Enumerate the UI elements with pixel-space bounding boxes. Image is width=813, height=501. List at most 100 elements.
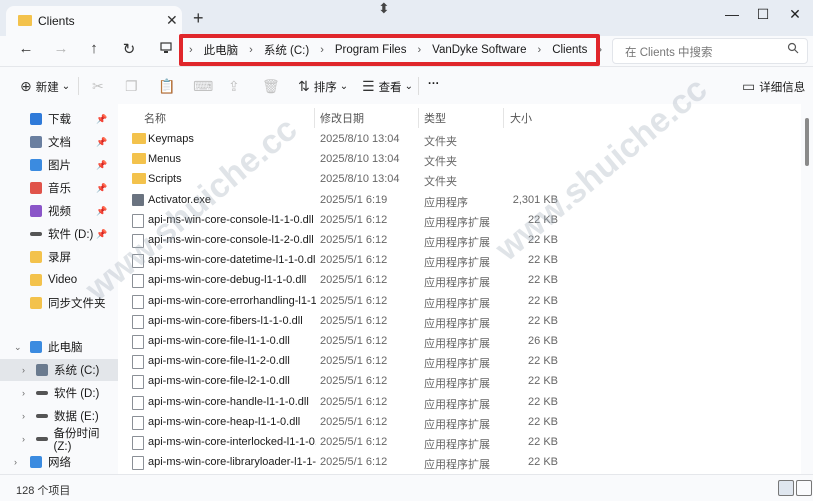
dll-file-icon xyxy=(132,274,144,289)
details-pane-icon: ▭ xyxy=(742,78,756,94)
sidebar-item-recordings[interactable]: 录屏 xyxy=(0,246,118,268)
details-label: 详细信息 xyxy=(759,81,806,94)
folder-icon xyxy=(132,153,146,165)
column-header-type[interactable]: 类型 xyxy=(424,110,446,126)
new-tab-button[interactable]: + xyxy=(193,8,204,29)
chevron-down-icon[interactable]: ⌄ xyxy=(14,342,22,353)
file-type: 应用程序扩展 xyxy=(424,398,490,411)
tab-bar: Clients ✕ + ⬍ — ☐ ✕ xyxy=(0,0,813,36)
column-divider[interactable] xyxy=(418,108,419,128)
file-row[interactable]: api-ms-win-core-interlocked-l1-1-0.dll 20… xyxy=(118,433,801,453)
file-row[interactable]: api-ms-win-core-console-l1-2-0.dll 2025/5… xyxy=(118,231,801,251)
dll-file-icon xyxy=(132,314,144,329)
copy-button[interactable]: ❐ xyxy=(125,78,142,95)
sidebar-item-downloads[interactable]: 下载 📌 xyxy=(0,108,118,130)
video-icon xyxy=(30,205,42,217)
sidebar-item-video[interactable]: Video xyxy=(0,269,118,291)
sidebar-item-music[interactable]: 音乐 📌 xyxy=(0,177,118,199)
file-size: 22 KB xyxy=(528,294,558,307)
vertical-scrollbar[interactable] xyxy=(801,104,813,474)
minimize-button[interactable]: — xyxy=(717,6,747,22)
file-row[interactable]: Activator.exe 2025/5/1 6:19 应用程序 2,301 KB xyxy=(118,191,801,211)
sidebar-item-sync-folder[interactable]: 同步文件夹 xyxy=(0,292,118,314)
file-date: 2025/5/1 6:12 xyxy=(320,254,388,267)
file-type: 文件夹 xyxy=(424,136,457,148)
file-size: 22 KB xyxy=(528,395,558,408)
sidebar-item-label: 录屏 xyxy=(48,252,71,264)
sidebar-item-this-pc[interactable]: ⌄ 此电脑 xyxy=(0,336,118,358)
file-name: api-ms-win-core-console-l1-1-0.dll xyxy=(148,213,314,226)
folder-icon xyxy=(30,274,42,286)
cut-button[interactable]: ✂ xyxy=(92,78,108,95)
file-row[interactable]: api-ms-win-core-file-l1-1-0.dll 2025/5/1 … xyxy=(118,332,801,352)
file-row[interactable]: Menus 2025/8/10 13:04 文件夹 xyxy=(118,150,801,170)
drive-icon xyxy=(36,437,48,441)
file-type: 文件夹 xyxy=(424,156,457,169)
download-icon xyxy=(30,113,42,125)
view-button[interactable]: ☰ 查看 ⌄ xyxy=(362,78,413,95)
more-options-button[interactable]: ··· xyxy=(428,78,440,90)
file-row[interactable]: api-ms-win-core-file-l2-1-0.dll 2025/5/1 … xyxy=(118,372,801,392)
refresh-button[interactable]: ↻ xyxy=(118,40,140,58)
chevron-right-icon[interactable]: › xyxy=(14,457,17,467)
up-button[interactable]: ↑ xyxy=(83,40,105,57)
file-row[interactable]: Keymaps 2025/8/10 13:04 文件夹 xyxy=(118,130,801,150)
file-row[interactable]: api-ms-win-core-datetime-l1-1-0.dll 2025/… xyxy=(118,251,801,271)
tiles-view-button[interactable] xyxy=(796,480,812,496)
sidebar-item-drive-d[interactable]: › 软件 (D:) xyxy=(0,382,118,404)
delete-button[interactable]: 🗑 xyxy=(262,78,284,95)
column-divider[interactable] xyxy=(503,108,504,128)
new-button[interactable]: ⊕ 新建 ⌄ xyxy=(20,78,70,95)
column-divider[interactable] xyxy=(314,108,315,128)
column-header-size[interactable]: 大小 xyxy=(510,110,532,126)
file-row[interactable]: api-ms-win-core-file-l1-2-0.dll 2025/5/1 … xyxy=(118,352,801,372)
file-row[interactable]: api-ms-win-core-console-l1-1-0.dll 2025/5… xyxy=(118,211,801,231)
sidebar-item-drive-z[interactable]: › 备份时间 (Z:) xyxy=(0,428,118,453)
sidebar-item-network[interactable]: › 网络 xyxy=(0,451,118,473)
file-row[interactable]: api-ms-win-core-libraryloader-l1-1-0... 2… xyxy=(118,453,801,473)
sidebar-item-drive-e[interactable]: › 数据 (E:) xyxy=(0,405,118,427)
resize-grip-icon[interactable]: ⬍ xyxy=(378,0,390,17)
search-input[interactable]: 在 Clients 中搜索 xyxy=(612,38,808,64)
folder-icon xyxy=(132,173,146,185)
sidebar-item-videos[interactable]: 视频 📌 xyxy=(0,200,118,222)
file-row[interactable]: api-ms-win-core-fibers-l1-1-0.dll 2025/5/… xyxy=(118,312,801,332)
chevron-right-icon[interactable]: › xyxy=(22,365,25,375)
column-header-date[interactable]: 修改日期 xyxy=(320,110,364,126)
chevron-right-icon[interactable]: › xyxy=(22,388,25,398)
rename-button[interactable]: ⌨ xyxy=(193,78,217,95)
back-button[interactable]: ← xyxy=(15,40,37,57)
forward-button[interactable]: → xyxy=(50,40,72,57)
details-pane-button[interactable]: ▭ 详细信息 xyxy=(742,78,805,95)
file-row[interactable]: api-ms-win-core-errorhandling-l1-1-... 20… xyxy=(118,292,801,312)
file-row[interactable]: api-ms-win-core-debug-l1-1-0.dll 2025/5/1… xyxy=(118,271,801,291)
tab-close-icon[interactable]: ✕ xyxy=(166,12,178,29)
dll-file-icon xyxy=(132,436,144,450)
column-header-name[interactable]: 名称 xyxy=(144,110,166,126)
file-row[interactable]: Scripts 2025/8/10 13:04 文件夹 xyxy=(118,170,801,190)
sidebar-item-drive-c[interactable]: › 系统 (C:) xyxy=(0,359,118,381)
share-button[interactable]: ⇪ xyxy=(228,78,244,95)
highlight-box xyxy=(179,34,600,66)
maximize-button[interactable]: ☐ xyxy=(748,6,778,23)
sidebar-item-software-d[interactable]: 软件 (D:) 📌 xyxy=(0,223,118,245)
tab-clients[interactable]: Clients ✕ xyxy=(6,6,182,36)
sidebar-item-label: 图片 xyxy=(48,160,71,172)
close-window-button[interactable]: ✕ xyxy=(780,6,810,23)
sidebar-item-pictures[interactable]: 图片 📌 xyxy=(0,154,118,176)
file-row[interactable]: api-ms-win-core-heap-l1-1-0.dll 2025/5/1 … xyxy=(118,413,801,433)
details-view-button[interactable] xyxy=(778,480,794,496)
chevron-right-icon[interactable]: › xyxy=(22,434,25,444)
file-type: 应用程序扩展 xyxy=(424,459,490,472)
file-type: 应用程序扩展 xyxy=(424,297,490,310)
file-row[interactable]: api-ms-win-core-handle-l1-1-0.dll 2025/5/… xyxy=(118,393,801,413)
sidebar-item-documents[interactable]: 文档 📌 xyxy=(0,131,118,153)
sidebar-item-label: 同步文件夹 xyxy=(48,298,106,310)
file-date: 2025/8/10 13:04 xyxy=(320,153,400,166)
file-type: 应用程序扩展 xyxy=(424,418,490,431)
sort-button[interactable]: ⇅ 排序 ⌄ xyxy=(298,78,348,95)
document-icon xyxy=(30,136,42,148)
scrollbar-thumb[interactable] xyxy=(805,118,809,166)
chevron-right-icon[interactable]: › xyxy=(22,411,25,421)
paste-button[interactable]: 📋 xyxy=(158,78,179,95)
